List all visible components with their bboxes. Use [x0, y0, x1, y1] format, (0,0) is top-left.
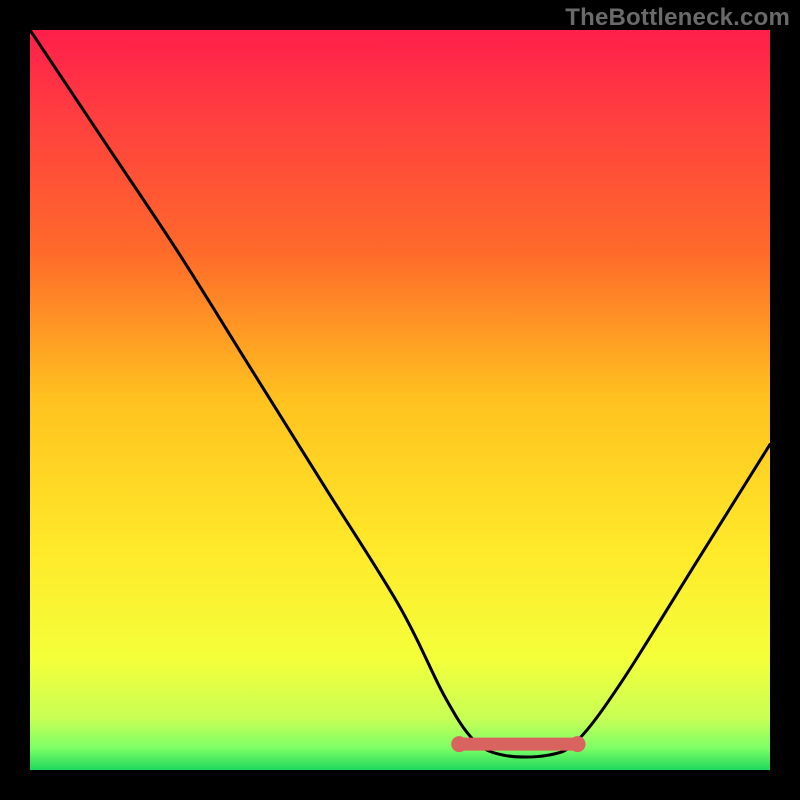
plot-area [30, 30, 770, 770]
gradient-background [30, 30, 770, 770]
watermark-text: TheBottleneck.com [565, 4, 790, 32]
bottleneck-chart [30, 30, 770, 770]
chart-frame: TheBottleneck.com [0, 0, 800, 800]
optimal-band [451, 736, 585, 752]
